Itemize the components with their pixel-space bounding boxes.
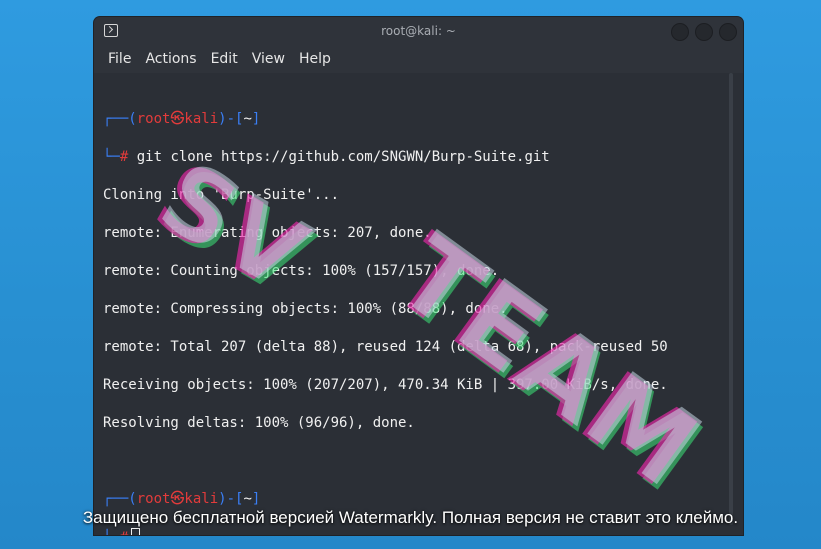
- prompt-bracket: ┌──(: [103, 111, 137, 127]
- menu-view[interactable]: View: [252, 51, 285, 67]
- prompt-line: ┌──(root㉿kali)-[~]: [103, 110, 743, 129]
- prompt-hash: #: [120, 530, 128, 535]
- menu-edit[interactable]: Edit: [211, 51, 238, 67]
- prompt-user: root㉿kali: [136, 111, 219, 127]
- command-line: └─# git clone https://github.com/SNGWN/B…: [103, 148, 743, 167]
- prompt-line: ┌──(root㉿kali)-[~]: [103, 490, 743, 509]
- terminal-output[interactable]: ┌──(root㉿kali)-[~] └─# git clone https:/…: [94, 73, 743, 535]
- prompt-dir: ~: [243, 111, 252, 127]
- menu-help[interactable]: Help: [299, 51, 331, 67]
- input-line[interactable]: └─#: [103, 528, 743, 535]
- menu-actions[interactable]: Actions: [145, 51, 196, 67]
- output-line: remote: Enumerating objects: 207, done.: [103, 225, 432, 241]
- prompt-lead: └─: [103, 530, 120, 535]
- window-title: root@kali: ~: [381, 24, 456, 38]
- output-line: remote: Total 207 (delta 88), reused 124…: [103, 339, 668, 355]
- prompt-dir: ~: [243, 491, 252, 507]
- menu-file[interactable]: File: [108, 51, 131, 67]
- watermark-caption: Защищено бесплатной версией Watermarkly.…: [82, 508, 739, 527]
- title-bar[interactable]: root@kali: ~: [94, 17, 743, 45]
- menu-bar: File Actions Edit View Help: [94, 45, 743, 73]
- close-button[interactable]: [719, 23, 737, 41]
- minimize-button[interactable]: [671, 23, 689, 41]
- prompt-bracket: ]: [251, 111, 261, 127]
- prompt-bracket: )-[: [218, 111, 244, 127]
- prompt-bracket: )-[: [218, 491, 244, 507]
- prompt-user: root㉿kali: [136, 491, 219, 507]
- maximize-button[interactable]: [695, 23, 713, 41]
- command-text: git clone https://github.com/SNGWN/Burp-…: [128, 149, 550, 165]
- text-cursor: [131, 528, 141, 535]
- output-line: remote: Counting objects: 100% (157/157)…: [103, 263, 500, 279]
- terminal-window[interactable]: root@kali: ~ File Actions Edit View Help…: [94, 17, 743, 535]
- scrollbar[interactable]: [729, 73, 733, 525]
- window-controls: [671, 23, 737, 41]
- output-line: remote: Compressing objects: 100% (88/88…: [103, 301, 508, 317]
- prompt-lead: └─: [103, 149, 120, 165]
- prompt-bracket: ┌──(: [103, 491, 137, 507]
- output-line: Resolving deltas: 100% (96/96), done.: [103, 415, 415, 431]
- output-line: Cloning into 'Burp-Suite'...: [103, 187, 340, 203]
- output-line: Receiving objects: 100% (207/207), 470.3…: [103, 377, 668, 393]
- prompt-bracket: ]: [251, 491, 261, 507]
